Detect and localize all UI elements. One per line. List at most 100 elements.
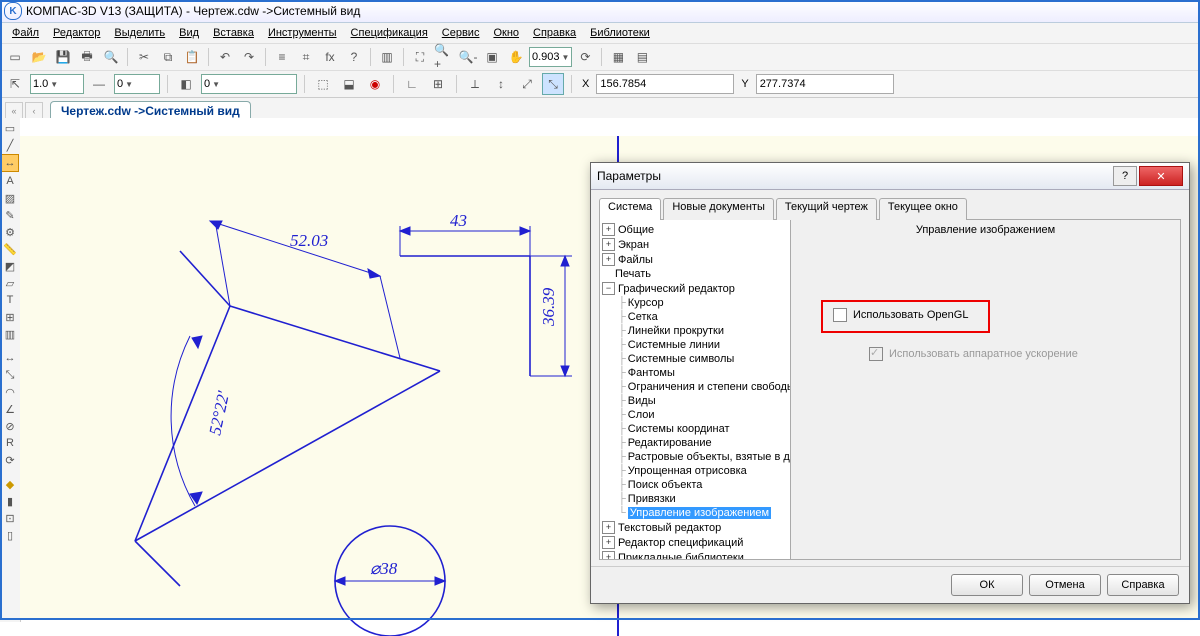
menu-libs[interactable]: Библиотеки	[584, 25, 656, 41]
vt-dim6-icon[interactable]: R	[2, 435, 18, 451]
ok-button[interactable]: ОК	[951, 574, 1023, 596]
props-icon[interactable]: ≡	[271, 46, 293, 68]
linetype-icon[interactable]: —	[88, 73, 110, 95]
menu-insert[interactable]: Вставка	[207, 25, 260, 41]
copy-icon[interactable]: ⧉	[157, 46, 179, 68]
dimension-52: 52.03	[290, 231, 328, 250]
vt-aux1-icon[interactable]: ◆	[2, 476, 18, 492]
new-icon[interactable]: ▭	[4, 46, 26, 68]
snap-icon[interactable]: ◉	[364, 73, 386, 95]
vt-dim3-icon[interactable]: ◠	[2, 384, 18, 400]
anchor-icon[interactable]: ⇱	[4, 73, 26, 95]
zoom-fit-icon[interactable]: ⛶	[409, 46, 431, 68]
dialog-titlebar[interactable]: Параметры ? ✕	[591, 163, 1189, 190]
vt-dim5-icon[interactable]: ⊘	[2, 418, 18, 434]
vt-tool12-icon[interactable]: ⊞	[2, 309, 18, 325]
zoom-combo[interactable]: 0.903▼	[529, 47, 572, 67]
vt-aux4-icon[interactable]: ▯	[2, 527, 18, 543]
vt-tool10-icon[interactable]: ▱	[2, 275, 18, 291]
menu-spec[interactable]: Спецификация	[345, 25, 434, 41]
dim-b-icon[interactable]: ↕	[490, 73, 512, 95]
style-combo[interactable]: 0▼	[114, 74, 160, 94]
menu-help[interactable]: Справка	[527, 25, 582, 41]
undo-icon[interactable]: ↶	[214, 46, 236, 68]
redo-icon[interactable]: ↷	[238, 46, 260, 68]
tab-system[interactable]: Система	[599, 198, 661, 220]
vt-tool11-icon[interactable]: T	[2, 292, 18, 308]
preview-icon[interactable]: 🔍	[100, 46, 122, 68]
vt-tool13-icon[interactable]: ▥	[2, 326, 18, 342]
separator	[571, 75, 572, 93]
layers-icon[interactable]: ▥	[376, 46, 398, 68]
dim-d-icon[interactable]: ⤡	[542, 73, 564, 95]
mode-a-icon[interactable]: ⬚	[312, 73, 334, 95]
vars-icon[interactable]: ⌗	[295, 46, 317, 68]
help-icon[interactable]: ?	[343, 46, 365, 68]
tab-new-documents[interactable]: Новые документы	[663, 198, 774, 220]
vt-edit-icon[interactable]: ✎	[2, 207, 18, 223]
menu-tools[interactable]: Инструменты	[262, 25, 343, 41]
vt-dim2-icon[interactable]: ⤡	[2, 367, 18, 383]
dimension-43: 43	[450, 211, 467, 230]
menu-service[interactable]: Сервис	[436, 25, 486, 41]
layer-icon[interactable]: ◧	[175, 73, 197, 95]
checkbox-icon	[833, 308, 847, 322]
dialog-close-icon[interactable]: ✕	[1139, 166, 1183, 186]
toolbar-properties: ⇱ 1.0▼ — 0▼ ◧ 0▼ ⬚ ⬓ ◉ ∟ ⊞ ⟂ ↕ ⤢ ⤡ X Y	[0, 71, 1200, 98]
vt-measure-icon[interactable]: 📏	[2, 241, 18, 257]
dim-c-icon[interactable]: ⤢	[516, 73, 538, 95]
vt-dim-icon[interactable]: ↔	[1, 154, 19, 172]
open-icon[interactable]: 📂	[28, 46, 50, 68]
zoom-in-icon[interactable]: 🔍+	[433, 46, 455, 68]
coord-y-label: Y	[738, 78, 751, 90]
print-icon[interactable]: 🖶	[76, 46, 98, 68]
ortho-icon[interactable]: ∟	[401, 73, 423, 95]
fx-icon[interactable]: fx	[319, 46, 341, 68]
highlight-box: Использовать OpenGL	[821, 300, 990, 333]
coord-y-input[interactable]	[756, 74, 894, 94]
grid-icon[interactable]: ⊞	[427, 73, 449, 95]
menu-edit[interactable]: Редактор	[47, 25, 106, 41]
app-icon: K	[4, 2, 22, 20]
menu-window[interactable]: Окно	[487, 25, 525, 41]
zoom-out-icon[interactable]: 🔍-	[457, 46, 479, 68]
separator	[208, 48, 209, 66]
vt-select-icon[interactable]: ▭	[2, 120, 18, 136]
line-weight-combo[interactable]: 1.0▼	[30, 74, 84, 94]
tab-current-window[interactable]: Текущее окно	[879, 198, 967, 220]
menu-file[interactable]: Файл	[6, 25, 45, 41]
refresh-icon[interactable]: ⟳	[574, 46, 596, 68]
tool-a-icon[interactable]: ▦	[607, 46, 629, 68]
dialog-title: Параметры	[597, 169, 661, 183]
settings-tree[interactable]: +Общие +Экран +Файлы Печать −Графический…	[599, 220, 791, 560]
coord-x-input[interactable]	[596, 74, 734, 94]
vt-aux3-icon[interactable]: ⊡	[2, 510, 18, 526]
tab-current-drawing[interactable]: Текущий чертеж	[776, 198, 877, 220]
vt-dim1-icon[interactable]: ↔	[2, 350, 18, 366]
title-bar: K КОМПАС-3D V13 (ЗАЩИТА) - Чертеж.cdw ->…	[0, 0, 1200, 23]
vt-tool9-icon[interactable]: ◩	[2, 258, 18, 274]
dim-a-icon[interactable]: ⟂	[464, 73, 486, 95]
menu-select[interactable]: Выделить	[108, 25, 171, 41]
menu-view[interactable]: Вид	[173, 25, 205, 41]
vt-hatch-icon[interactable]: ▨	[2, 190, 18, 206]
vt-text-icon[interactable]: A	[2, 173, 18, 189]
tool-b-icon[interactable]: ▤	[631, 46, 653, 68]
vt-param-icon[interactable]: ⚙	[2, 224, 18, 240]
mode-b-icon[interactable]: ⬓	[338, 73, 360, 95]
dialog-help-icon[interactable]: ?	[1113, 166, 1137, 186]
checkbox-use-opengl[interactable]: Использовать OpenGL	[833, 308, 968, 322]
layer-combo[interactable]: 0▼	[201, 74, 297, 94]
vt-dim4-icon[interactable]: ∠	[2, 401, 18, 417]
help-button[interactable]: Справка	[1107, 574, 1179, 596]
pan-icon[interactable]: ✋	[505, 46, 527, 68]
cut-icon[interactable]: ✂	[133, 46, 155, 68]
vt-aux2-icon[interactable]: ▮	[2, 493, 18, 509]
cancel-button[interactable]: Отмена	[1029, 574, 1101, 596]
dialog-footer: ОК Отмена Справка	[591, 566, 1189, 603]
save-icon[interactable]: 💾	[52, 46, 74, 68]
vt-dim7-icon[interactable]: ⟳	[2, 452, 18, 468]
zoom-window-icon[interactable]: ▣	[481, 46, 503, 68]
vt-line-icon[interactable]: ╱	[2, 137, 18, 153]
paste-icon[interactable]: 📋	[181, 46, 203, 68]
